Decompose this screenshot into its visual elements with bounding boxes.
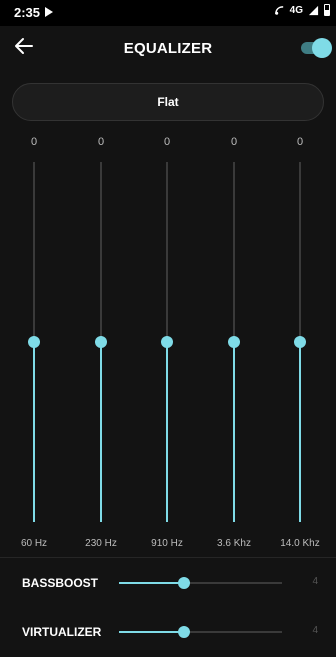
band-fill [100,342,102,522]
toggle-knob [312,38,332,58]
band-slider-thumb[interactable] [95,336,107,348]
top-app-bar: EQUALIZER [0,26,336,70]
band-slider[interactable] [228,162,240,522]
virtualizer-value: 4 [312,625,318,636]
band-value: 0 [230,136,238,148]
virtualizer-fill [119,631,185,633]
page-title: EQUALIZER [123,40,213,57]
band-slider[interactable] [95,162,107,522]
equalizer-enable-toggle[interactable] [301,38,332,58]
band-value: 0 [30,136,38,148]
play-notification-icon [45,7,53,17]
band-slider-thumb[interactable] [294,336,306,348]
band-value: 0 [97,136,105,148]
bassboost-slider[interactable] [119,577,282,589]
band-fill [299,342,301,522]
bassboost-slider-thumb[interactable] [178,577,191,589]
bassboost-row: BASSBOOST 4 [0,568,336,598]
band-60hz: 0 60 Hz [14,136,54,556]
status-bar: 2:35 4G [0,0,336,26]
network-type: 4G [289,4,303,16]
bassboost-fill [119,582,185,584]
band-fill [233,342,235,522]
band-frequency-label: 910 Hz [151,538,183,549]
band-frequency-label: 3.6 Khz [217,538,251,549]
virtualizer-slider[interactable] [119,626,282,638]
band-slider[interactable] [28,162,40,522]
band-frequency-label: 14.0 Khz [280,538,320,549]
band-3-6khz: 0 3.6 Khz [214,136,254,556]
preset-label: Flat [157,95,179,109]
band-value: 0 [296,136,304,148]
band-slider-thumb[interactable] [28,336,40,348]
band-slider-thumb[interactable] [161,336,173,348]
section-divider [0,557,336,558]
virtualizer-slider-thumb[interactable] [178,626,191,638]
band-frequency-label: 60 Hz [20,538,48,549]
band-14khz: 0 14.0 Khz [280,136,320,556]
status-time: 2:35 [14,5,41,20]
bassboost-value: 4 [312,576,318,587]
band-slider[interactable] [161,162,173,522]
bassboost-label: BASSBOOST [22,576,99,590]
virtualizer-row: VIRTUALIZER 4 [0,617,336,647]
band-910hz: 0 910 Hz [147,136,187,556]
band-slider[interactable] [294,162,306,522]
preset-selector-button[interactable]: Flat [12,83,324,121]
band-value: 0 [163,136,171,148]
signal-icon [308,5,319,15]
wifi-call-icon [274,5,283,15]
band-fill [166,342,168,522]
band-230hz: 0 230 Hz [81,136,121,556]
band-slider-thumb[interactable] [228,336,240,348]
band-frequency-label: 230 Hz [85,538,117,549]
status-icons: 4G [274,4,330,16]
virtualizer-label: VIRTUALIZER [22,625,102,639]
battery-icon [324,4,330,16]
band-fill [33,342,35,522]
